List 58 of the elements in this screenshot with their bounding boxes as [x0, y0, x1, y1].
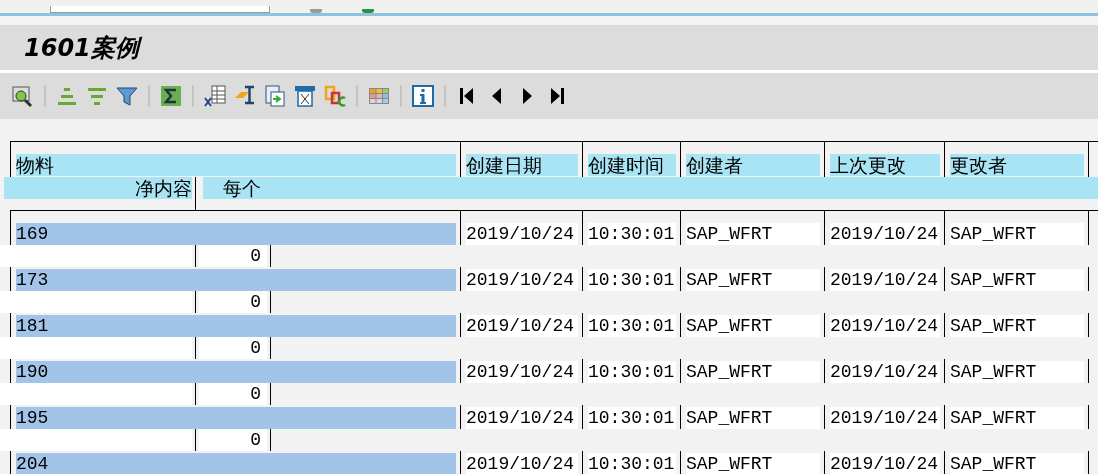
column-header[interactable]: 创建者	[686, 154, 820, 176]
table-cell: 195	[16, 407, 456, 429]
table-cell: 10:30:01	[588, 315, 676, 337]
column-header[interactable]: 净内容	[4, 177, 192, 199]
table-cell: 2019/10/24	[830, 223, 940, 245]
table-cell: 2019/10/24	[466, 315, 578, 337]
table-cell: 2019/10/24	[830, 453, 940, 474]
detail-icon[interactable]	[11, 84, 35, 108]
column-header[interactable]: 物料	[16, 154, 456, 176]
table-cell: SAP_WFRT	[950, 223, 1084, 245]
table-cell: 190	[16, 361, 456, 383]
column-header[interactable]: 上次更改	[830, 154, 940, 176]
column-header[interactable]: 更改者	[950, 154, 1084, 176]
table-cell: SAP_WFRT	[950, 361, 1084, 383]
table-cell: SAP_WFRT	[950, 269, 1084, 291]
table-cell: 2019/10/24	[830, 315, 940, 337]
table-cell: 204	[16, 453, 456, 474]
table-cell: 2019/10/24	[466, 223, 578, 245]
spellcheck-icon[interactable]	[323, 84, 347, 108]
table-cell: 173	[16, 269, 456, 291]
table-cell: 10:30:01	[588, 361, 676, 383]
table-cell: 10:30:01	[588, 269, 676, 291]
table-cell: 2019/10/24	[466, 453, 578, 474]
column-header[interactable]: 创建时间	[588, 154, 676, 176]
print-preview-icon[interactable]	[293, 84, 317, 108]
table-cell: SAP_WFRT	[950, 453, 1084, 474]
table-cell: SAP_WFRT	[686, 407, 820, 429]
table-cell: SAP_WFRT	[686, 361, 820, 383]
table-cell: 181	[16, 315, 456, 337]
column-header[interactable]: 每个	[203, 177, 1098, 199]
table-cell: 2019/10/24	[466, 269, 578, 291]
table-cell: 0	[199, 291, 267, 313]
table-cell: SAP_WFRT	[686, 315, 820, 337]
spreadsheet-icon[interactable]	[203, 84, 227, 108]
table-cell: 0	[199, 337, 267, 359]
command-field[interactable]	[50, 6, 270, 13]
table-cell: 2019/10/24	[830, 269, 940, 291]
table-cell: 0	[199, 245, 267, 267]
table-cell: 169	[16, 223, 456, 245]
info-icon[interactable]	[411, 84, 435, 108]
table-cell: 0	[199, 383, 267, 405]
table-cell: 10:30:01	[588, 453, 676, 474]
table-cell: 2019/10/24	[830, 361, 940, 383]
table-cell: SAP_WFRT	[686, 223, 820, 245]
table-cell: SAP_WFRT	[950, 315, 1084, 337]
table-cell: 0	[199, 429, 267, 451]
table-cell: SAP_WFRT	[686, 453, 820, 474]
table-cell: 10:30:01	[588, 223, 676, 245]
filter-icon[interactable]	[115, 84, 139, 108]
table-cell: 2019/10/24	[830, 407, 940, 429]
table-cell: SAP_WFRT	[950, 407, 1084, 429]
column-header[interactable]: 创建日期	[466, 154, 578, 176]
sum-icon[interactable]	[159, 84, 183, 108]
table-cell: 2019/10/24	[466, 361, 578, 383]
table-cell: SAP_WFRT	[686, 269, 820, 291]
table-cell: 2019/10/24	[466, 407, 578, 429]
table-cell: 10:30:01	[588, 407, 676, 429]
document-export-icon[interactable]	[263, 84, 287, 108]
